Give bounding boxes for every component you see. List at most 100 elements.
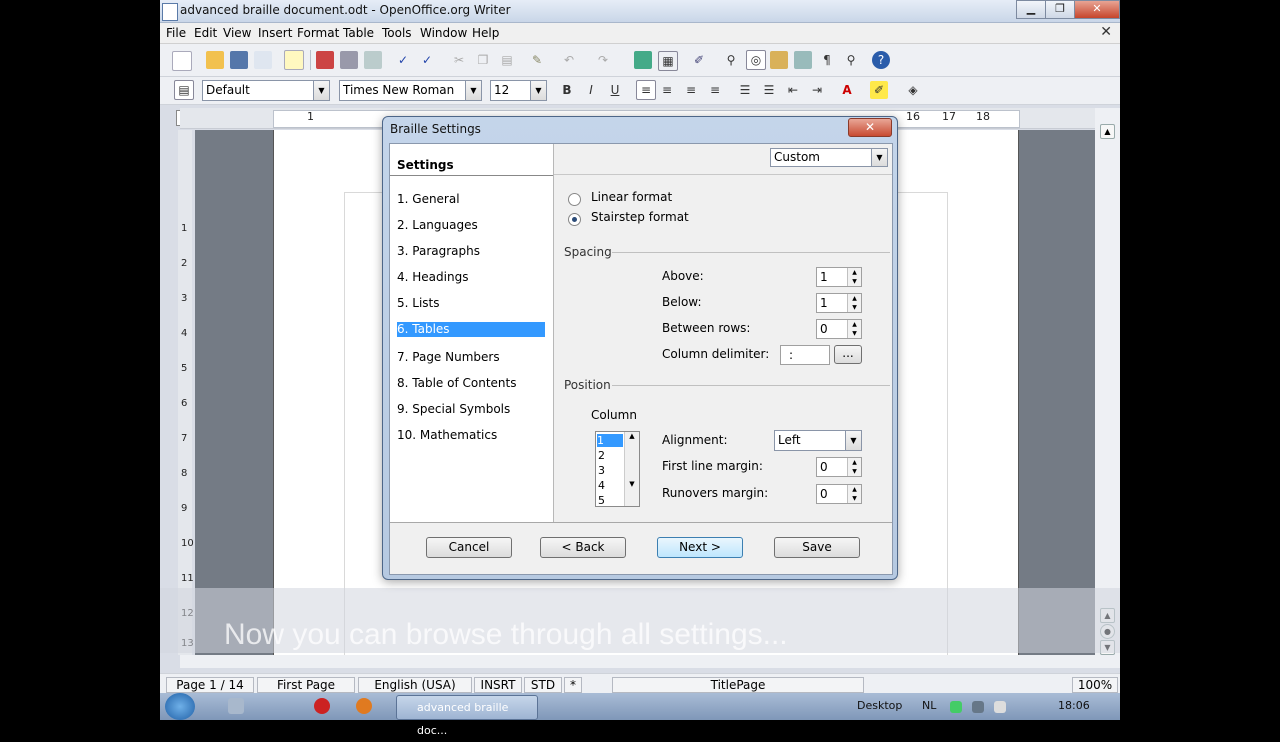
list-item[interactable]: 5 (598, 494, 605, 507)
menu-insert[interactable]: Insert (258, 26, 292, 40)
column-listbox[interactable]: 1 2 3 4 5 ▲ ▼ (595, 431, 640, 507)
opera-icon[interactable] (314, 698, 330, 714)
list-scrollbar[interactable]: ▲ ▼ (624, 432, 639, 506)
paste-icon[interactable]: ▤ (498, 51, 516, 69)
stairstep-format-label[interactable]: Stairstep format (591, 210, 689, 224)
nav-item-table-of-contents[interactable]: 8. Table of Contents (397, 376, 516, 390)
zoom-percent[interactable]: 100% (1072, 677, 1118, 693)
edit-file-icon[interactable] (284, 50, 304, 70)
vertical-ruler[interactable]: 1 2 3 4 5 6 7 8 9 10 11 12 13 (178, 130, 194, 655)
nav-item-mathematics[interactable]: 10. Mathematics (397, 428, 497, 442)
increase-indent-icon[interactable]: ⇥ (808, 81, 826, 99)
justify-icon[interactable]: ≡ (706, 81, 724, 99)
print-preview-icon[interactable] (364, 51, 382, 69)
delimiter-browse-button[interactable]: ... (834, 345, 862, 364)
bullets-icon[interactable]: ☰ (760, 81, 778, 99)
new-document-icon[interactable] (172, 51, 192, 71)
paragraph-style-combo[interactable]: Default ▼ (202, 80, 330, 101)
font-name-combo[interactable]: Times New Roman ▼ (339, 80, 482, 101)
clock[interactable]: 18:06 (1058, 699, 1090, 712)
bold-button[interactable]: B (558, 81, 576, 99)
chevron-down-icon[interactable]: ▼ (313, 81, 329, 100)
menu-table[interactable]: Table (343, 26, 374, 40)
background-color-icon[interactable]: ◈ (904, 81, 922, 99)
insert-mode-field[interactable]: INSRT (474, 677, 522, 693)
decrease-indent-icon[interactable]: ⇤ (784, 81, 802, 99)
start-button[interactable] (165, 693, 195, 720)
linear-format-label[interactable]: Linear format (591, 190, 672, 204)
maximize-button[interactable]: ❐ (1045, 0, 1075, 19)
scroll-up-icon[interactable]: ▲ (1100, 124, 1115, 139)
first-line-margin-spinner[interactable]: 0 ▲ ▼ (816, 457, 862, 477)
between-rows-spinner[interactable]: 0 ▲ ▼ (816, 319, 862, 339)
action-center-icon[interactable] (994, 701, 1006, 713)
page-indicator[interactable]: Page 1 / 14 (166, 677, 254, 693)
chevron-down-icon[interactable]: ▼ (871, 149, 887, 166)
chevron-down-icon[interactable]: ▼ (845, 431, 861, 450)
undo-icon[interactable]: ↶ (560, 51, 578, 69)
list-item[interactable]: 1 (597, 434, 623, 447)
table-icon[interactable]: ▦ (658, 51, 678, 71)
spin-arrows-icon[interactable]: ▲ ▼ (847, 294, 861, 312)
spin-arrows-icon[interactable]: ▲ ▼ (847, 485, 861, 503)
below-spinner[interactable]: 1 ▲ ▼ (816, 293, 862, 313)
save-icon[interactable] (230, 51, 248, 69)
nav-item-tables[interactable]: 6. Tables (397, 322, 545, 337)
language-field[interactable]: English (USA) (358, 677, 472, 693)
menu-view[interactable]: View (223, 26, 251, 40)
alignment-combo[interactable]: Left ▼ (774, 430, 862, 451)
close-document-icon[interactable]: ✕ (1100, 24, 1112, 40)
zoom-icon[interactable]: ⚲ (842, 51, 860, 69)
cancel-button[interactable]: Cancel (426, 537, 512, 558)
open-folder-icon[interactable] (206, 51, 224, 69)
hyperlink-icon[interactable] (634, 51, 652, 69)
horizontal-scrollbar[interactable] (180, 655, 1095, 668)
menu-format[interactable]: Format (297, 26, 339, 40)
autospellcheck-icon[interactable]: ✓ (418, 51, 436, 69)
nav-item-lists[interactable]: 5. Lists (397, 296, 440, 310)
preset-combo[interactable]: Custom ▼ (770, 148, 888, 167)
selection-mode-field[interactable]: STD (524, 677, 562, 693)
draw-functions-icon[interactable]: ✐ (690, 51, 708, 69)
align-center-icon[interactable]: ≡ (658, 81, 676, 99)
menu-window[interactable]: Window (420, 26, 467, 40)
chevron-down-icon[interactable]: ▼ (530, 81, 546, 100)
above-spinner[interactable]: 1 ▲ ▼ (816, 267, 862, 287)
zoom-slider[interactable] (868, 677, 1068, 691)
explorer-icon[interactable] (228, 698, 244, 714)
nav-item-paragraphs[interactable]: 3. Paragraphs (397, 244, 480, 258)
column-delimiter-field[interactable]: : (780, 345, 830, 365)
stairstep-format-radio[interactable] (568, 213, 581, 226)
menu-help[interactable]: Help (472, 26, 499, 40)
menu-edit[interactable]: Edit (194, 26, 217, 40)
format-paintbrush-icon[interactable]: ✎ (528, 51, 546, 69)
next-button[interactable]: Next > (657, 537, 743, 558)
nav-item-page-numbers[interactable]: 7. Page Numbers (397, 350, 500, 364)
list-item[interactable]: 4 (598, 479, 605, 492)
firefox-icon[interactable] (356, 698, 372, 714)
find-binoculars-icon[interactable]: ⚲ (722, 51, 740, 69)
styles-formatting-icon[interactable]: ▤ (174, 80, 194, 100)
gallery-icon[interactable] (770, 51, 788, 69)
close-button[interactable]: ✕ (1074, 0, 1120, 19)
nav-item-languages[interactable]: 2. Languages (397, 218, 478, 232)
numbering-icon[interactable]: ☰ (736, 81, 754, 99)
writer-task-button[interactable]: advanced braille doc... (396, 695, 538, 737)
help-icon[interactable]: ? (872, 51, 890, 69)
vertical-scrollbar[interactable]: ▲ ▲ ● ▼ (1095, 108, 1120, 668)
list-item[interactable]: 2 (598, 449, 605, 462)
copy-icon[interactable]: ❐ (474, 51, 492, 69)
language-indicator[interactable]: NL (922, 699, 936, 712)
align-right-icon[interactable]: ≡ (682, 81, 700, 99)
menu-file[interactable]: File (166, 26, 186, 40)
email-icon[interactable] (254, 51, 272, 69)
export-pdf-icon[interactable] (316, 51, 334, 69)
spin-arrows-icon[interactable]: ▲ ▼ (847, 458, 861, 476)
save-button[interactable]: Save (774, 537, 860, 558)
cut-icon[interactable]: ✂ (450, 51, 468, 69)
redo-icon[interactable]: ↷ (594, 51, 612, 69)
desktop-toolbar[interactable]: Desktop (857, 699, 902, 712)
align-left-icon[interactable]: ≡ (636, 80, 656, 100)
menu-tools[interactable]: Tools (382, 26, 412, 40)
page-style-field[interactable]: First Page (257, 677, 355, 693)
